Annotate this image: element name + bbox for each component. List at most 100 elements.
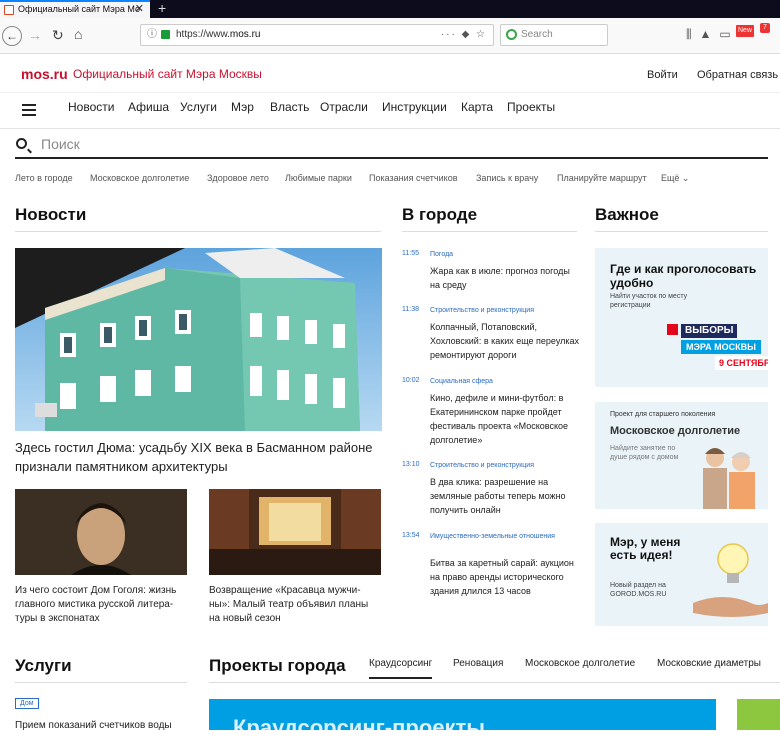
quick-link-more[interactable]: Ещё ⌄	[661, 173, 689, 184]
hero-news-image[interactable]	[15, 248, 382, 431]
feed-time: 10:02	[402, 377, 420, 384]
feed-category[interactable]: Имущественно-земельные отношения	[430, 532, 580, 541]
menu-item-map[interactable]: Карта	[461, 100, 493, 114]
elections-date: 9 СЕНТЯБРЯ	[715, 356, 768, 370]
quick-link[interactable]: Лето в городе	[15, 173, 73, 183]
theatre-news-image[interactable]	[209, 489, 381, 575]
elections-badge: ВЫБОРЫ	[681, 324, 738, 338]
idea-card[interactable]: Мэр, у меня есть идея! Новый раздел на G…	[595, 523, 768, 626]
service-category-badge[interactable]: Дом	[15, 698, 39, 709]
new-tab-button[interactable]: +	[158, 0, 166, 16]
lightbulb-icon	[693, 543, 768, 617]
tab-diameters[interactable]: Московские диаметры	[657, 658, 761, 669]
reload-button[interactable]: ↻	[52, 27, 64, 43]
divider	[15, 682, 187, 683]
crowdsourcing-banner-title: Краудсорсинг-проекты	[233, 715, 486, 740]
feed-text[interactable]: Жара как в июле: прогноз погоды на среду	[430, 264, 580, 292]
tab-renovation[interactable]: Реновация	[453, 658, 503, 669]
page-actions-icon[interactable]: ··· ◆ ☆	[441, 25, 487, 45]
search-icon[interactable]	[16, 138, 27, 149]
quick-link[interactable]: Запись к врачу	[476, 173, 538, 183]
extension-badge[interactable]: 7	[760, 23, 770, 33]
longevity-text: Найдите занятие по душе рядом с домом	[610, 445, 679, 461]
menu-item-news[interactable]: Новости	[68, 100, 114, 114]
longevity-sub: Проект для старшего поколения	[610, 411, 716, 418]
feed-time: 11:55	[402, 250, 419, 257]
site-search[interactable]: Поиск	[15, 135, 768, 159]
site-logo[interactable]: mos.ru	[21, 66, 68, 82]
home-button[interactable]: ⌂	[74, 26, 82, 42]
feed-time: 13:54	[402, 532, 420, 539]
feed-text[interactable]: В два клика: разрешение на земляные рабо…	[430, 475, 580, 517]
menu-item-afisha[interactable]: Афиша	[128, 100, 169, 114]
info-icon[interactable]: ⓘ	[147, 25, 157, 45]
gogol-news-caption[interactable]: Из чего состоит Дом Гоголя: жизнь главно…	[15, 584, 185, 626]
feedback-link[interactable]: Обратная связь	[697, 69, 778, 81]
feed-time: 13:10	[402, 461, 420, 468]
hero-news-caption[interactable]: Здесь гостил Дюма: усадьбу XIX века в Ба…	[15, 438, 385, 476]
tab-longevity[interactable]: Московское долголетие	[525, 658, 635, 669]
feed-text[interactable]: Кино, дефиле и мини-футбол: в Екатеринин…	[430, 391, 580, 447]
new-badge[interactable]: New	[736, 25, 754, 37]
quick-link[interactable]: Планируйте маршрут	[557, 173, 647, 183]
quick-link[interactable]: Показания счетчиков	[369, 173, 457, 183]
feed-category[interactable]: Строительство и реконструкция	[430, 461, 580, 470]
tab-title: Официальный сайт Мэра Мо	[18, 4, 140, 14]
feed-category[interactable]: Строительство и реконструкция	[430, 306, 580, 315]
library-icon[interactable]: ⫼	[686, 27, 700, 41]
quick-link[interactable]: Московское долголетие	[90, 173, 189, 183]
feed-text[interactable]: Колпачный, Потаповский, Хохловский: в ка…	[430, 320, 580, 362]
projects-title[interactable]: Проекты города	[209, 656, 346, 676]
next-banner[interactable]	[737, 699, 780, 730]
close-tab-icon[interactable]: ✕	[135, 2, 144, 17]
menu-burger-icon[interactable]	[22, 104, 36, 116]
crowdsourcing-banner[interactable]: Краудсорсинг-проекты	[209, 699, 716, 740]
elections-badge: МЭРА МОСКВЫ	[681, 340, 761, 354]
browser-tab[interactable]: Официальный сайт Мэра Мо ✕	[0, 0, 150, 18]
feed-time: 11:38	[402, 306, 419, 313]
back-button[interactable]: ←	[2, 26, 22, 46]
main-menu: Новости Афиша Услуги Мэр Власть Отрасли …	[0, 93, 780, 129]
important-title[interactable]: Важное	[595, 205, 659, 225]
services-title[interactable]: Услуги	[15, 656, 72, 676]
menu-item-sectors[interactable]: Отрасли	[320, 100, 368, 114]
divider	[15, 231, 381, 232]
search-engine-icon	[506, 29, 517, 40]
service-link[interactable]: Прием показаний счетчиков воды	[15, 720, 172, 731]
sync-icon[interactable]: ▲	[700, 27, 720, 41]
longevity-card[interactable]: Проект для старшего поколения Московское…	[595, 402, 768, 509]
address-bar[interactable]: ⓘ https://www.mos.ru ··· ◆ ☆	[140, 24, 494, 46]
feed-category[interactable]: Социальная сфера	[430, 377, 580, 386]
city-title[interactable]: В городе	[402, 205, 477, 225]
search-box[interactable]: Search	[500, 24, 608, 46]
idea-title: Мэр, у меня есть идея!	[610, 535, 681, 562]
toolbar-icons: ⫼▲▭	[686, 27, 739, 42]
tab-crowdsourcing[interactable]: Краудсорсинг	[369, 658, 433, 679]
menu-item-services[interactable]: Услуги	[180, 100, 217, 114]
login-link[interactable]: Войти	[647, 69, 678, 81]
site-favicon-icon	[4, 5, 14, 15]
feed-category[interactable]: Погода	[430, 250, 580, 259]
search-input[interactable]: Поиск	[41, 136, 80, 152]
elderly-couple-icon	[703, 448, 755, 509]
quick-link[interactable]: Любимые парки	[285, 173, 352, 183]
browser-tab-bar: Официальный сайт Мэра Мо ✕ +	[0, 0, 780, 18]
menu-item-power[interactable]: Власть	[270, 100, 309, 114]
menu-item-instructions[interactable]: Инструкции	[382, 100, 447, 114]
site-header: mos.ru Официальный сайт Мэра Москвы Войт…	[0, 55, 780, 93]
elections-card[interactable]: Где и как проголосовать удобно Найти уча…	[595, 248, 768, 387]
lock-icon	[161, 30, 170, 39]
quick-link[interactable]: Здоровое лето	[207, 173, 269, 183]
theatre-news-caption[interactable]: Возвращение «Красавца мужчи-ны»: Малый т…	[209, 584, 379, 626]
menu-item-projects[interactable]: Проекты	[507, 100, 555, 114]
news-title[interactable]: Новости	[15, 205, 86, 225]
elections-text: Найти участок по месту регистрации	[610, 293, 688, 309]
divider	[209, 682, 780, 683]
divider	[595, 231, 768, 232]
url-text: https://www.mos.ru	[176, 29, 261, 40]
feed-text[interactable]: Битва за каретный сарай: аукцион на прав…	[430, 556, 580, 598]
forward-button[interactable]: →	[28, 27, 42, 43]
gogol-news-image[interactable]	[15, 489, 187, 575]
menu-item-mayor[interactable]: Мэр	[231, 100, 254, 114]
site-subtitle[interactable]: Официальный сайт Мэра Москвы	[73, 67, 262, 81]
